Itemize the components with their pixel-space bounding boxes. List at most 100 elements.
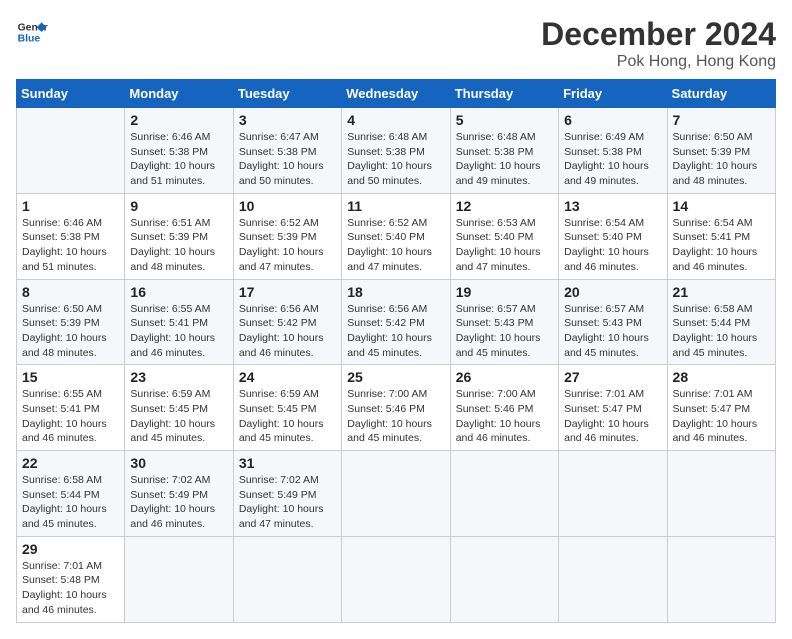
day-number: 30 bbox=[130, 455, 227, 471]
calendar-cell bbox=[559, 536, 667, 622]
table-row: 2 Sunrise: 6:46 AM Sunset: 5:38 PM Daylig… bbox=[17, 108, 776, 194]
day-number: 4 bbox=[347, 112, 444, 128]
col-wednesday: Wednesday bbox=[342, 80, 450, 108]
calendar-cell: 26Sunrise: 7:00 AM Sunset: 5:46 PM Dayli… bbox=[450, 365, 558, 451]
calendar-cell: 18 Sunrise: 6:56 AM Sunset: 5:42 PM Dayli… bbox=[342, 279, 450, 365]
calendar-cell: 6Sunrise: 6:49 AM Sunset: 5:38 PM Daylig… bbox=[559, 108, 667, 194]
day-info: Sunrise: 6:59 AM Sunset: 5:45 PM Dayligh… bbox=[130, 387, 227, 446]
day-info: Sunrise: 6:52 AM Sunset: 5:39 PM Dayligh… bbox=[239, 216, 336, 275]
calendar-cell: 1Sunrise: 6:46 AM Sunset: 5:38 PM Daylig… bbox=[17, 193, 125, 279]
calendar-cell: 10 Sunrise: 6:52 AM Sunset: 5:39 PM Dayli… bbox=[233, 193, 341, 279]
day-number: 19 bbox=[456, 284, 553, 300]
calendar-cell: 25 Sunrise: 7:00 AM Sunset: 5:46 PM Dayli… bbox=[342, 365, 450, 451]
day-number: 7 bbox=[673, 112, 770, 128]
day-info: Sunrise: 6:55 AM Sunset: 5:41 PM Dayligh… bbox=[22, 387, 119, 446]
day-info: Sunrise: 7:00 AM Sunset: 5:46 PM Dayligh… bbox=[347, 387, 444, 446]
day-info: Sunrise: 7:01 AM Sunset: 5:47 PM Dayligh… bbox=[673, 387, 770, 446]
day-number: 28 bbox=[673, 369, 770, 385]
col-monday: Monday bbox=[125, 80, 233, 108]
day-info: Sunrise: 6:46 AM Sunset: 5:38 PM Dayligh… bbox=[130, 130, 227, 189]
calendar-cell: 28 Sunrise: 7:01 AM Sunset: 5:47 PM Dayli… bbox=[667, 365, 775, 451]
day-number: 25 bbox=[347, 369, 444, 385]
day-number: 9 bbox=[130, 198, 227, 214]
calendar-cell bbox=[559, 451, 667, 537]
day-info: Sunrise: 6:59 AM Sunset: 5:45 PM Dayligh… bbox=[239, 387, 336, 446]
calendar-cell: 23 Sunrise: 6:59 AM Sunset: 5:45 PM Dayli… bbox=[125, 365, 233, 451]
day-info: Sunrise: 7:02 AM Sunset: 5:49 PM Dayligh… bbox=[239, 473, 336, 532]
calendar-cell: 3 Sunrise: 6:47 AM Sunset: 5:38 PM Daylig… bbox=[233, 108, 341, 194]
calendar-cell: 2 Sunrise: 6:46 AM Sunset: 5:38 PM Daylig… bbox=[125, 108, 233, 194]
calendar-cell: 22 Sunrise: 6:58 AM Sunset: 5:44 PM Dayli… bbox=[17, 451, 125, 537]
day-number: 8 bbox=[22, 284, 119, 300]
calendar-cell: 19Sunrise: 6:57 AM Sunset: 5:43 PM Dayli… bbox=[450, 279, 558, 365]
day-info: Sunrise: 6:57 AM Sunset: 5:43 PM Dayligh… bbox=[564, 302, 661, 361]
page-subtitle: Pok Hong, Hong Kong bbox=[541, 53, 776, 71]
calendar-cell: 17Sunrise: 6:56 AM Sunset: 5:42 PM Dayli… bbox=[233, 279, 341, 365]
day-info: Sunrise: 6:56 AM Sunset: 5:42 PM Dayligh… bbox=[347, 302, 444, 361]
calendar-cell: 31 Sunrise: 7:02 AM Sunset: 5:49 PM Dayli… bbox=[233, 451, 341, 537]
table-row: 22 Sunrise: 6:58 AM Sunset: 5:44 PM Dayli… bbox=[17, 451, 776, 537]
day-number: 27 bbox=[564, 369, 661, 385]
calendar-cell bbox=[667, 536, 775, 622]
col-tuesday: Tuesday bbox=[233, 80, 341, 108]
calendar-cell: 12 Sunrise: 6:53 AM Sunset: 5:40 PM Dayli… bbox=[450, 193, 558, 279]
day-number: 16 bbox=[130, 284, 227, 300]
calendar-cell: 13Sunrise: 6:54 AM Sunset: 5:40 PM Dayli… bbox=[559, 193, 667, 279]
table-row: 15 Sunrise: 6:55 AM Sunset: 5:41 PM Dayli… bbox=[17, 365, 776, 451]
calendar-cell bbox=[342, 536, 450, 622]
col-thursday: Thursday bbox=[450, 80, 558, 108]
calendar-cell: 16Sunrise: 6:55 AM Sunset: 5:41 PM Dayli… bbox=[125, 279, 233, 365]
day-info: Sunrise: 6:58 AM Sunset: 5:44 PM Dayligh… bbox=[22, 473, 119, 532]
calendar-cell: 29 Sunrise: 7:01 AM Sunset: 5:48 PM Dayli… bbox=[17, 536, 125, 622]
day-info: Sunrise: 7:01 AM Sunset: 5:48 PM Dayligh… bbox=[22, 559, 119, 618]
calendar-cell bbox=[342, 451, 450, 537]
day-number: 29 bbox=[22, 541, 119, 557]
day-info: Sunrise: 6:56 AM Sunset: 5:42 PM Dayligh… bbox=[239, 302, 336, 361]
table-row: 8Sunrise: 6:50 AM Sunset: 5:39 PM Daylig… bbox=[17, 279, 776, 365]
calendar-table: Sunday Monday Tuesday Wednesday Thursday… bbox=[16, 79, 776, 623]
day-info: Sunrise: 6:48 AM Sunset: 5:38 PM Dayligh… bbox=[347, 130, 444, 189]
calendar-cell: 20 Sunrise: 6:57 AM Sunset: 5:43 PM Dayli… bbox=[559, 279, 667, 365]
day-number: 18 bbox=[347, 284, 444, 300]
day-number: 22 bbox=[22, 455, 119, 471]
day-info: Sunrise: 6:47 AM Sunset: 5:38 PM Dayligh… bbox=[239, 130, 336, 189]
day-number: 26 bbox=[456, 369, 553, 385]
calendar-cell: 8Sunrise: 6:50 AM Sunset: 5:39 PM Daylig… bbox=[17, 279, 125, 365]
calendar-cell: 27 Sunrise: 7:01 AM Sunset: 5:47 PM Dayli… bbox=[559, 365, 667, 451]
calendar-cell: 7 Sunrise: 6:50 AM Sunset: 5:39 PM Daylig… bbox=[667, 108, 775, 194]
day-number: 3 bbox=[239, 112, 336, 128]
day-number: 15 bbox=[22, 369, 119, 385]
day-number: 21 bbox=[673, 284, 770, 300]
calendar-cell: 24Sunrise: 6:59 AM Sunset: 5:45 PM Dayli… bbox=[233, 365, 341, 451]
calendar-cell: 11 Sunrise: 6:52 AM Sunset: 5:40 PM Dayli… bbox=[342, 193, 450, 279]
day-number: 5 bbox=[456, 112, 553, 128]
calendar-cell: 15 Sunrise: 6:55 AM Sunset: 5:41 PM Dayli… bbox=[17, 365, 125, 451]
day-info: Sunrise: 6:51 AM Sunset: 5:39 PM Dayligh… bbox=[130, 216, 227, 275]
calendar-cell: 4 Sunrise: 6:48 AM Sunset: 5:38 PM Daylig… bbox=[342, 108, 450, 194]
day-info: Sunrise: 6:54 AM Sunset: 5:41 PM Dayligh… bbox=[673, 216, 770, 275]
day-number: 11 bbox=[347, 198, 444, 214]
title-block: December 2024 Pok Hong, Hong Kong bbox=[541, 16, 776, 71]
day-info: Sunrise: 6:53 AM Sunset: 5:40 PM Dayligh… bbox=[456, 216, 553, 275]
calendar-cell bbox=[450, 536, 558, 622]
day-info: Sunrise: 6:52 AM Sunset: 5:40 PM Dayligh… bbox=[347, 216, 444, 275]
day-info: Sunrise: 6:58 AM Sunset: 5:44 PM Dayligh… bbox=[673, 302, 770, 361]
svg-text:Blue: Blue bbox=[18, 34, 41, 45]
day-info: Sunrise: 6:50 AM Sunset: 5:39 PM Dayligh… bbox=[673, 130, 770, 189]
day-info: Sunrise: 7:02 AM Sunset: 5:49 PM Dayligh… bbox=[130, 473, 227, 532]
day-number: 31 bbox=[239, 455, 336, 471]
page-header: General Blue December 2024 Pok Hong, Hon… bbox=[16, 16, 776, 71]
day-number: 20 bbox=[564, 284, 661, 300]
day-info: Sunrise: 7:01 AM Sunset: 5:47 PM Dayligh… bbox=[564, 387, 661, 446]
day-number: 10 bbox=[239, 198, 336, 214]
calendar-cell: 5 Sunrise: 6:48 AM Sunset: 5:38 PM Daylig… bbox=[450, 108, 558, 194]
day-number: 12 bbox=[456, 198, 553, 214]
calendar-cell bbox=[233, 536, 341, 622]
calendar-cell bbox=[450, 451, 558, 537]
day-number: 23 bbox=[130, 369, 227, 385]
day-number: 2 bbox=[130, 112, 227, 128]
day-info: Sunrise: 6:48 AM Sunset: 5:38 PM Dayligh… bbox=[456, 130, 553, 189]
calendar-cell: 14Sunrise: 6:54 AM Sunset: 5:41 PM Dayli… bbox=[667, 193, 775, 279]
calendar-header-row: Sunday Monday Tuesday Wednesday Thursday… bbox=[17, 80, 776, 108]
calendar-cell: 21 Sunrise: 6:58 AM Sunset: 5:44 PM Dayli… bbox=[667, 279, 775, 365]
